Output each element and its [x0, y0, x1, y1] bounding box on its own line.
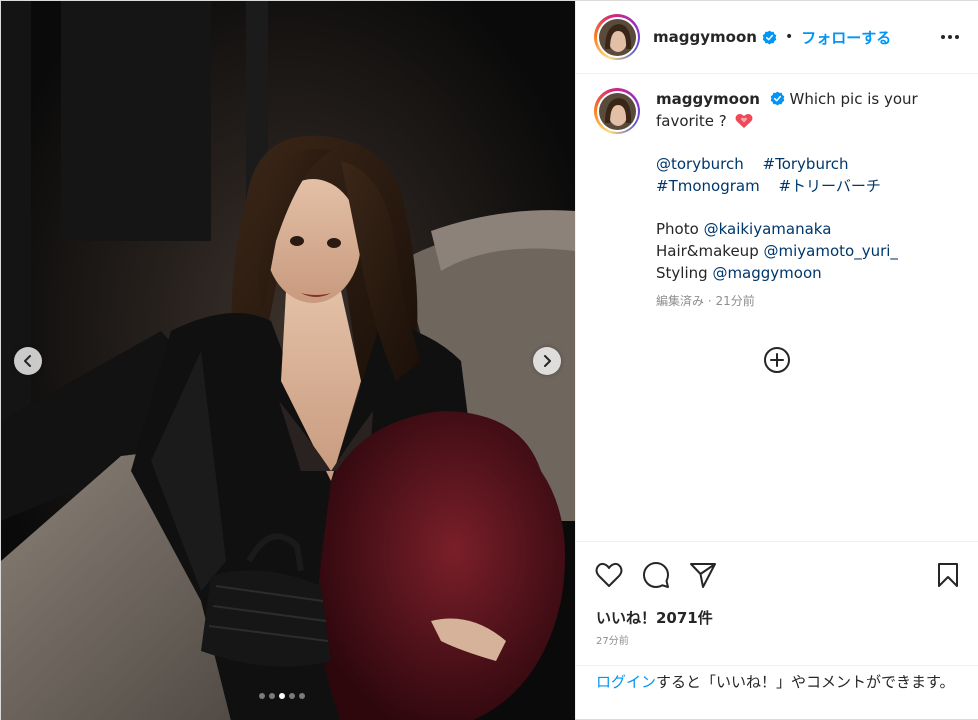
post-timestamp[interactable]: 27分前	[576, 628, 978, 647]
add-circle-icon	[764, 347, 790, 373]
avatar	[598, 92, 636, 130]
slide-dot	[289, 693, 295, 699]
story-ring[interactable]	[594, 14, 640, 60]
next-slide-button[interactable]	[533, 347, 561, 375]
hashtag-link[interactable]: #Tmonogram	[656, 177, 760, 195]
credit-handle[interactable]: @kaikiyamanaka	[704, 220, 832, 238]
caption-story-ring[interactable]	[594, 88, 640, 134]
login-link[interactable]: ログイン	[596, 673, 656, 691]
credit-label: Hair&makeup	[656, 242, 759, 260]
caption: maggymoon Which pic is your favorite ? @…	[576, 74, 978, 312]
credit-line: Styling @maggymoon	[656, 262, 946, 284]
credit-line: Photo @kaikiyamanaka	[656, 218, 946, 240]
caption-username[interactable]: maggymoon	[656, 90, 760, 108]
hashtag-link[interactable]: #Toryburch	[763, 155, 849, 173]
send-icon	[690, 563, 716, 588]
avatar	[598, 18, 636, 56]
verified-badge-icon	[762, 30, 777, 44]
more-options-button[interactable]	[938, 25, 962, 49]
mention-link[interactable]: @toryburch	[656, 155, 744, 173]
verified-badge-icon	[770, 91, 784, 106]
slide-dot	[299, 693, 305, 699]
hashtag-list: @toryburch #Toryburch #Tmonogram #トリーバーチ	[656, 153, 946, 197]
login-prompt-text: すると「いいね！」やコメントができます。	[656, 673, 955, 691]
comment-button[interactable]	[641, 560, 671, 590]
share-button[interactable]	[688, 560, 718, 590]
caption-meta: 編集済み · 21分前	[656, 294, 755, 308]
post-media[interactable]	[1, 1, 575, 720]
credit-handle[interactable]: @miyamoto_yuri_	[764, 242, 898, 260]
credit-line: Hair&makeup @miyamoto_yuri_	[656, 240, 946, 262]
slide-dot-active	[279, 693, 285, 699]
slide-dot	[259, 693, 265, 699]
action-bar: いいね！2071件 27分前	[576, 541, 978, 665]
bookmark-icon	[938, 563, 958, 587]
prev-slide-button[interactable]	[14, 347, 42, 375]
post-photo	[1, 1, 575, 720]
username-link[interactable]: maggymoon	[653, 28, 757, 46]
slide-indicator	[259, 693, 305, 699]
heart-emoji-icon	[735, 113, 753, 128]
credit-label: Photo	[656, 220, 699, 238]
chevron-left-icon	[24, 355, 31, 367]
heart-icon	[595, 562, 623, 587]
hashtag-link[interactable]: #トリーバーチ	[778, 177, 880, 195]
load-more-comments-button[interactable]	[763, 346, 791, 374]
caption-body: maggymoon Which pic is your favorite ? @…	[656, 88, 946, 312]
follow-button[interactable]: フォローする	[801, 27, 891, 48]
save-button[interactable]	[933, 560, 963, 590]
more-horizontal-icon	[941, 35, 959, 39]
login-prompt: ログインすると「いいね！」やコメントができます。	[576, 665, 978, 693]
post-card: maggymoon • フォローする maggymoon Which pic i…	[0, 0, 978, 720]
slide-dot	[269, 693, 275, 699]
header-separator: •	[784, 29, 794, 45]
likes-count[interactable]: いいね！2071件	[576, 590, 978, 628]
like-button[interactable]	[594, 560, 624, 590]
post-header: maggymoon • フォローする	[576, 1, 978, 74]
credit-label: Styling	[656, 264, 708, 282]
chevron-right-icon	[544, 355, 551, 367]
post-side-panel: maggymoon • フォローする maggymoon Which pic i…	[575, 1, 978, 719]
comment-icon	[643, 562, 669, 588]
credit-handle[interactable]: @maggymoon	[712, 264, 821, 282]
